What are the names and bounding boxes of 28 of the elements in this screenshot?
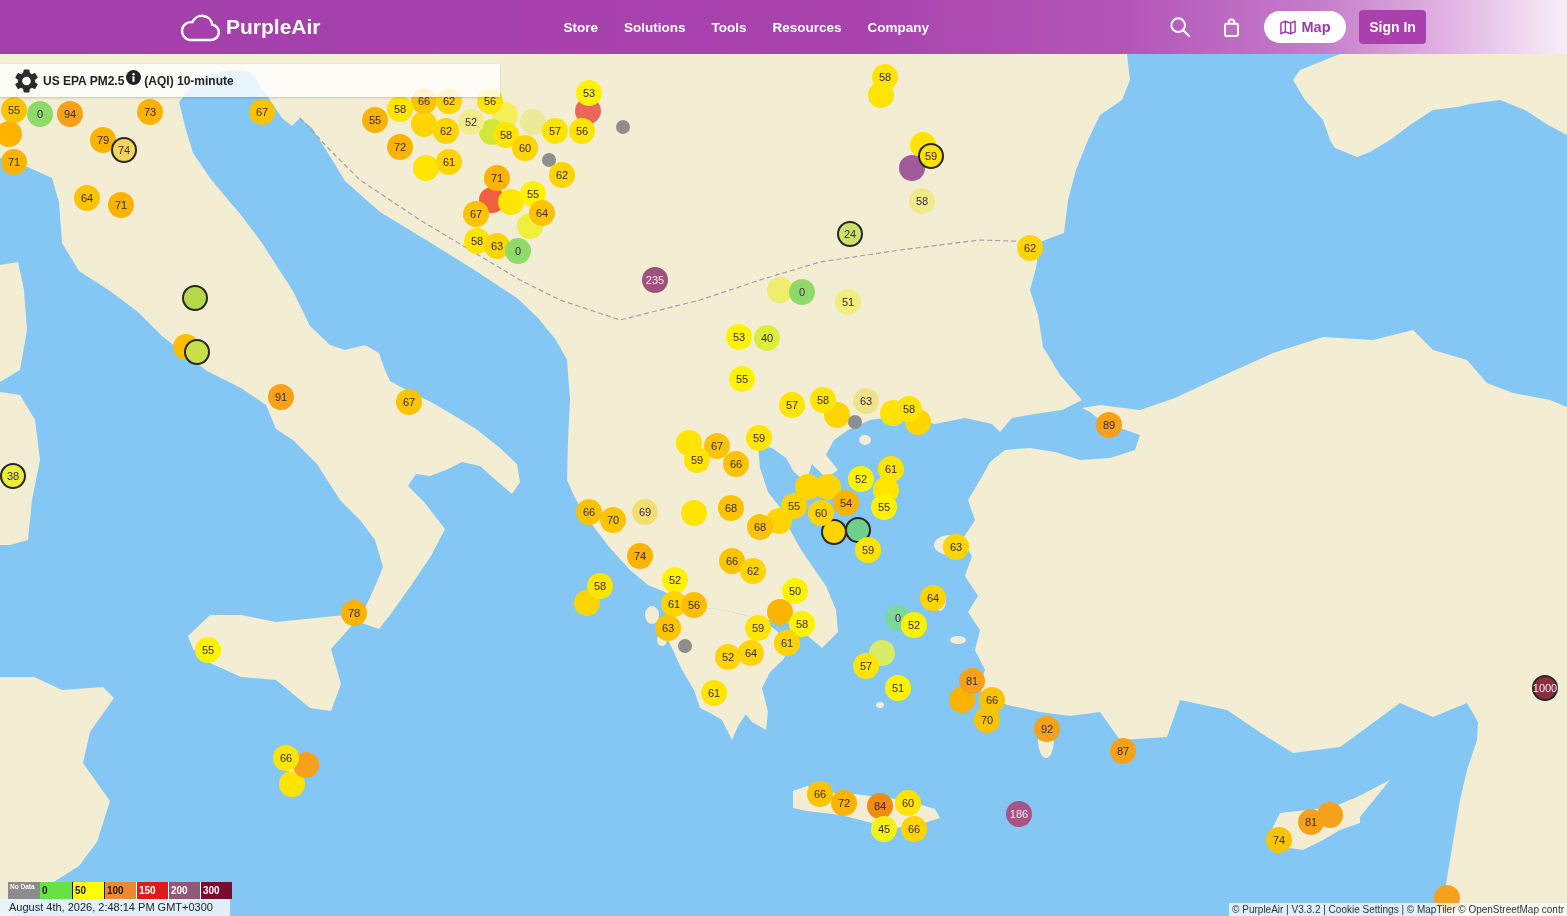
map-icon — [1279, 19, 1296, 35]
nav-link[interactable]: Store — [563, 19, 599, 35]
map-button[interactable]: Map — [1264, 11, 1346, 43]
cloud-icon — [179, 12, 221, 42]
nav-link[interactable]: Resources — [772, 19, 842, 35]
settings-icon[interactable] — [15, 68, 38, 93]
scale-segment: 0 — [40, 882, 72, 899]
nav-link[interactable]: Company — [867, 19, 930, 35]
sign-in-button[interactable]: Sign In — [1359, 10, 1426, 44]
cart-button[interactable] — [1224, 17, 1239, 37]
metric-label: US EPA PM2.5 — [43, 73, 125, 88]
nav-link[interactable]: Tools — [711, 19, 747, 35]
data-layer-panel[interactable]: US EPA PM2.5 (AQI) 10-minute — [0, 64, 500, 97]
scale-segment: 50 — [72, 882, 104, 899]
search-button[interactable] — [1170, 17, 1190, 37]
scale-segment: 100 — [104, 882, 136, 899]
sensor-dot-icon[interactable] — [0, 121, 22, 147]
scale-segment: 200 — [168, 882, 200, 899]
logo-link[interactable]: PurpleAir — [179, 12, 321, 42]
timestamp-label: August 4th, 2026, 2:48:14 PM GMT+0300 — [0, 899, 230, 916]
attribution-text: © PurpleAir | V3.3.2 | Cookie Settings | © MapTiler © OpenStreetMap contr — [1229, 903, 1567, 916]
search-icon — [1170, 17, 1190, 37]
nav-link[interactable]: Solutions — [624, 19, 686, 35]
shopping-bag-icon — [1224, 17, 1239, 37]
scale-segment: 150 — [136, 882, 168, 899]
info-icon[interactable] — [126, 70, 142, 85]
averaging-label: (AQI) 10-minute — [144, 73, 234, 88]
scale-segment: 300 — [200, 882, 232, 899]
